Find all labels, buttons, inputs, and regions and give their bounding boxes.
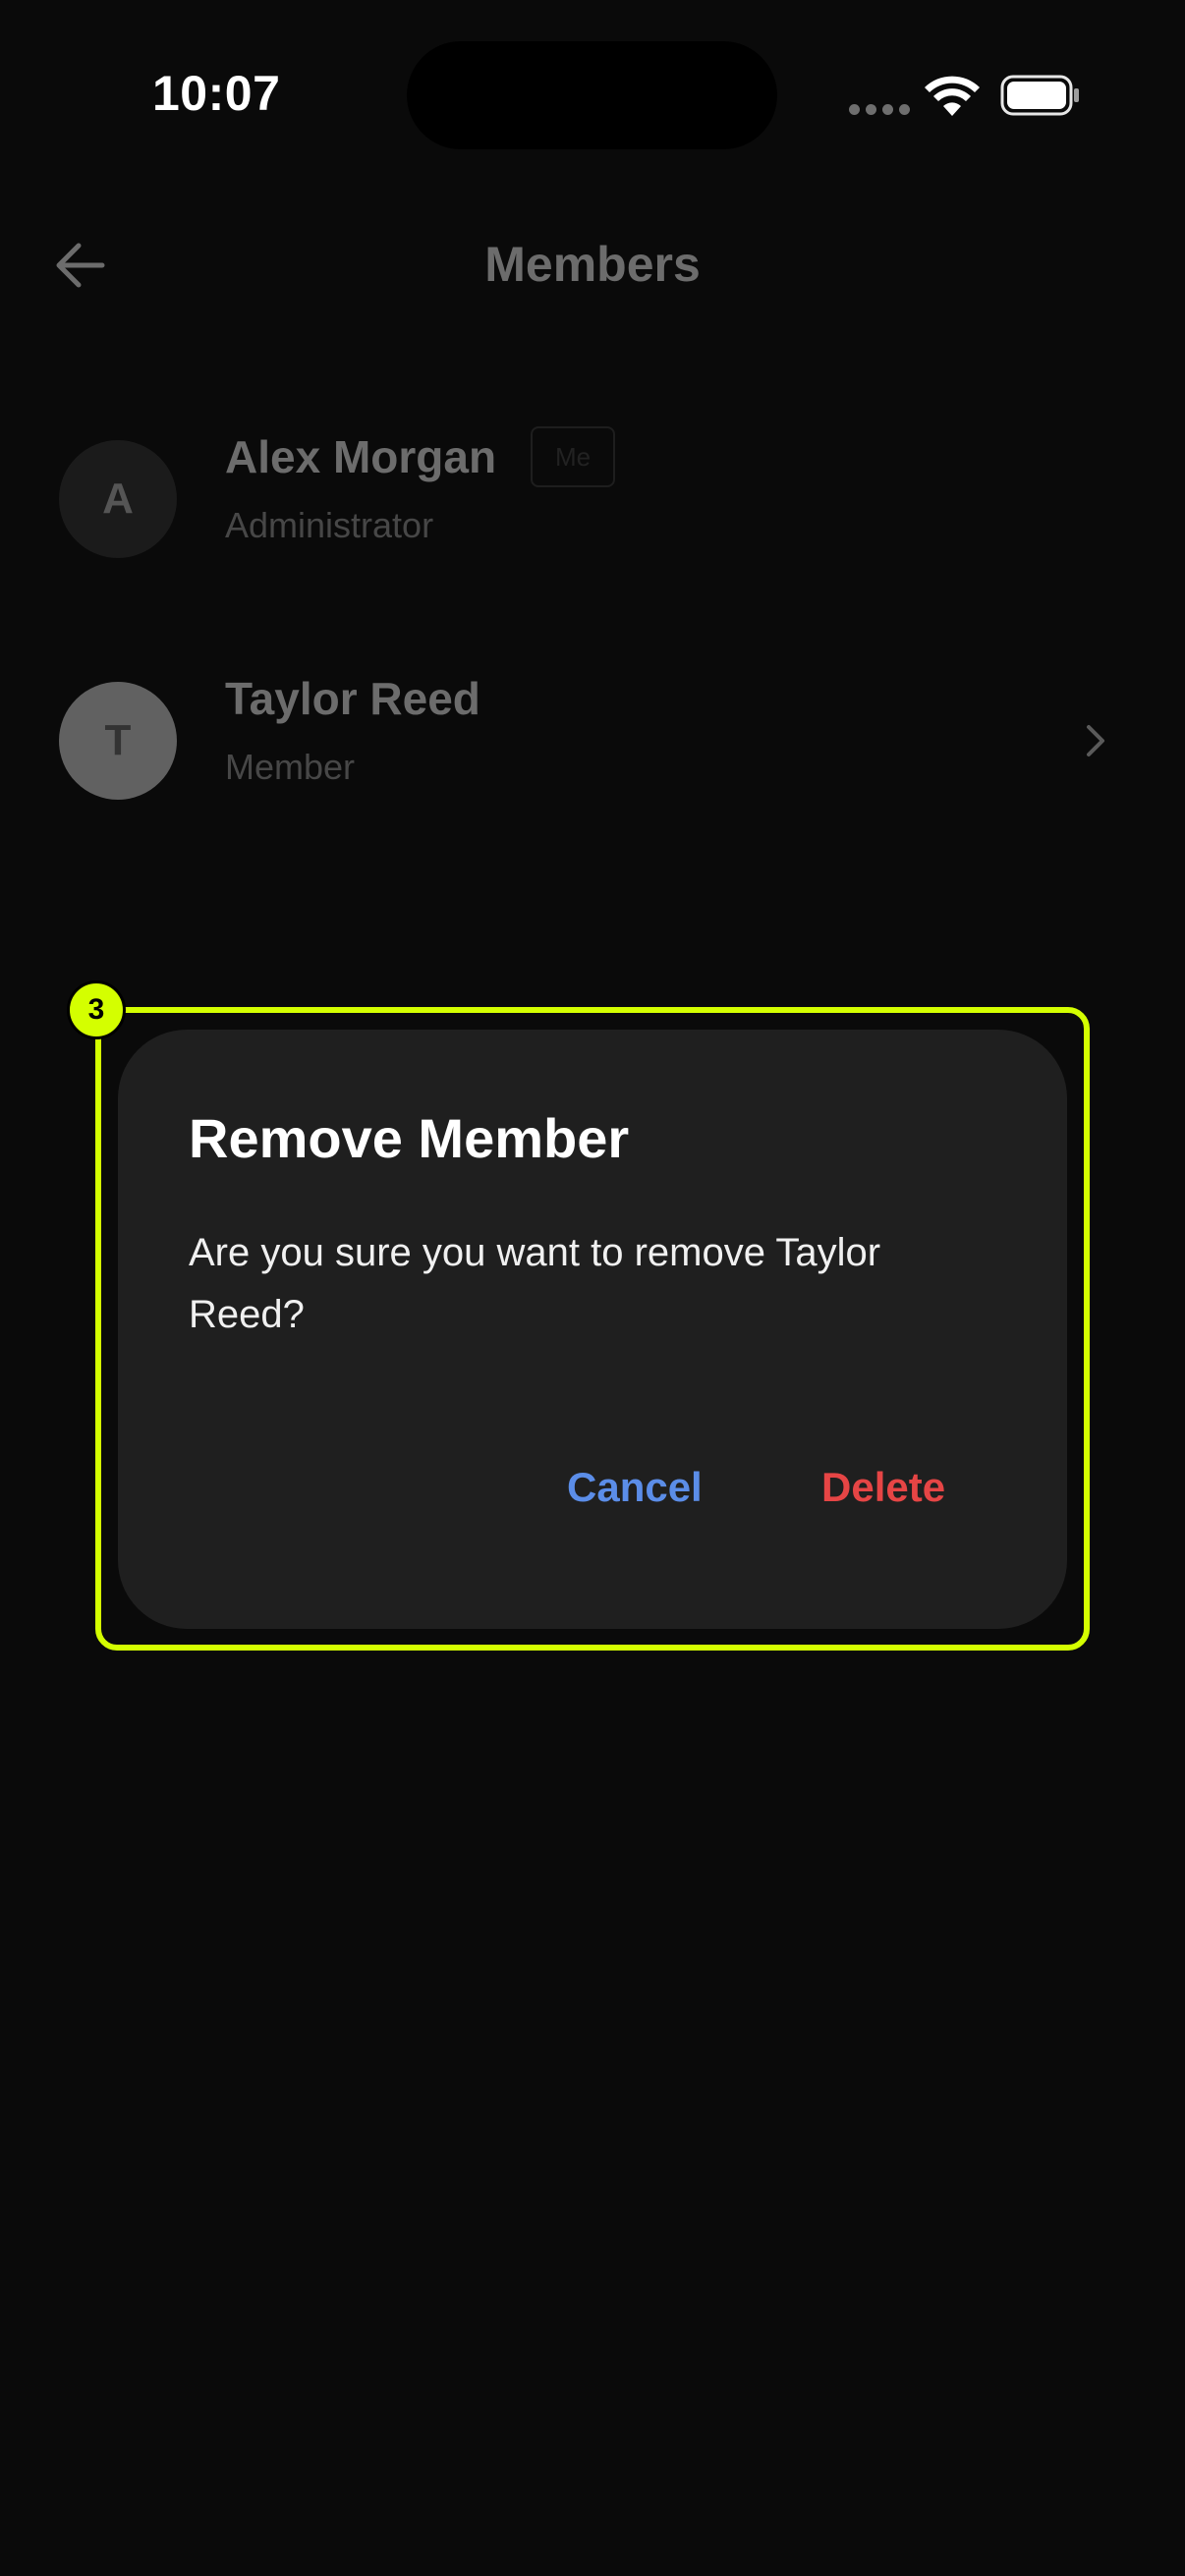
member-role: Member bbox=[225, 747, 356, 787]
wifi-icon bbox=[925, 76, 980, 116]
avatar: T bbox=[59, 682, 177, 800]
me-badge: Me bbox=[531, 426, 615, 487]
highlight-box bbox=[95, 1007, 1090, 1651]
dynamic-island bbox=[407, 41, 777, 149]
member-role: Administrator bbox=[225, 505, 434, 545]
battery-icon bbox=[1000, 75, 1079, 116]
cellular-signal-icon bbox=[849, 104, 910, 115]
member-row-alex-morgan[interactable]: A Alex Morgan Me Administrator bbox=[0, 426, 1185, 568]
highlight-marker: 3 bbox=[67, 980, 126, 1039]
member-name: Alex Morgan bbox=[225, 431, 497, 482]
page-title: Members bbox=[484, 237, 701, 292]
member-row-taylor-reed[interactable]: T Taylor Reed Member bbox=[0, 672, 1185, 810]
avatar: A bbox=[59, 440, 177, 558]
chevron-right-icon bbox=[1087, 725, 1104, 756]
member-name: Taylor Reed bbox=[225, 673, 480, 724]
status-time: 10:07 bbox=[152, 66, 281, 121]
